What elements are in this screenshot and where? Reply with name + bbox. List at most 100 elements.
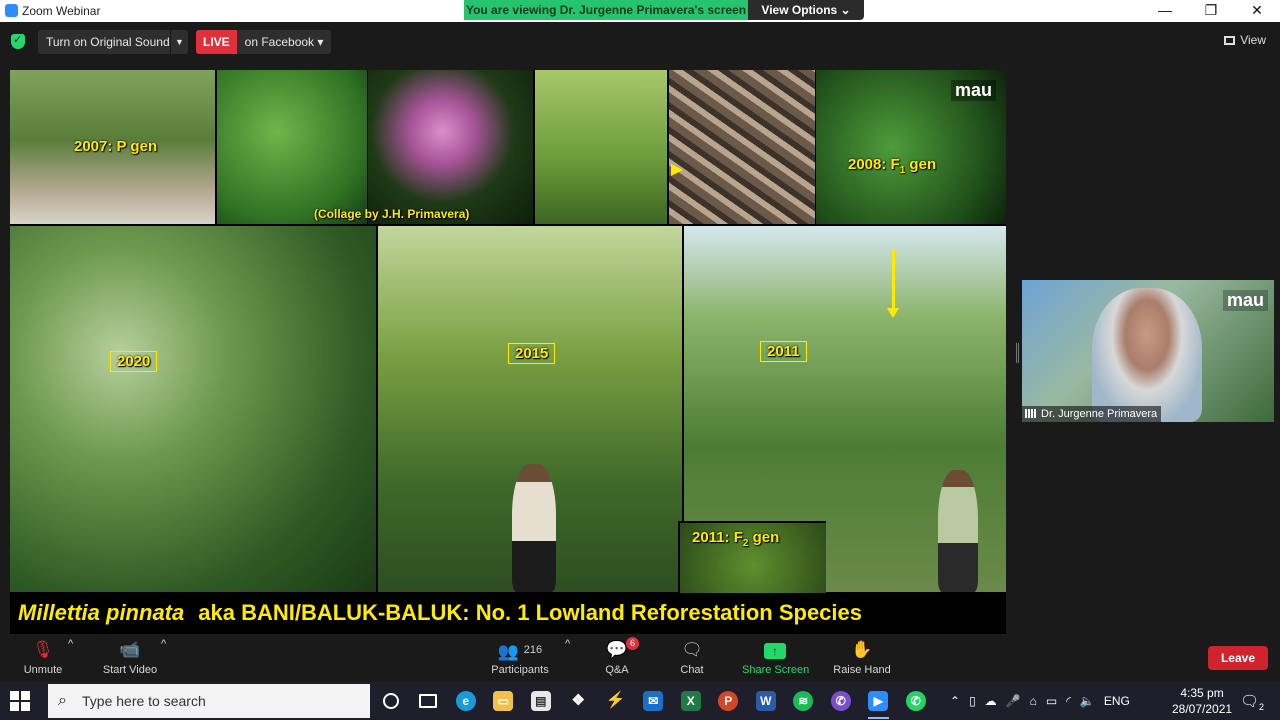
person-figure (938, 470, 978, 592)
wifi-icon[interactable]: ◜ (1066, 694, 1071, 708)
label-2020: 2020 (110, 351, 158, 372)
signal-bars-icon (1025, 409, 1037, 418)
zoom-logo-icon (5, 4, 18, 17)
taskbar-clock[interactable]: 4:35 pm 28/07/2021 (1172, 685, 1232, 717)
label-2008: 2008: F1 gen (848, 156, 937, 176)
participants-icon: 👥 216 (497, 642, 543, 661)
muted-microphone-icon: 🎙 (32, 640, 54, 659)
system-tray: ⌃ ▯ ☁ 🎤 ⌂ ▭ ◜ 🔈 ENG (950, 682, 1130, 720)
restore-button[interactable]: ❐ (1188, 0, 1234, 22)
caption-rest: aka BANI/BALUK-BALUK: No. 1 Lowland Refo… (198, 600, 862, 625)
live-stream-status[interactable]: LIVE on Facebook ▾ (196, 30, 332, 54)
view-button[interactable]: View (1224, 33, 1266, 47)
clock-date: 28/07/2021 (1172, 702, 1233, 716)
tray-phone-icon[interactable]: ▯ (969, 694, 976, 708)
photo-seedlings: mau 2008: F1 gen (816, 70, 1006, 224)
word-icon[interactable]: W (747, 686, 785, 716)
whatsapp-icon[interactable]: ✆ (897, 686, 935, 716)
viber-icon[interactable]: ✆ (822, 686, 860, 716)
chat-icon: 🗨 (681, 640, 703, 659)
power-automate-icon[interactable]: ⚡ (597, 686, 635, 716)
meeting-controls: 🎙 Unmute ^ 📹 Start Video ^ 👥 216 Partici… (0, 636, 1280, 682)
view-options-button[interactable]: View Options ⌄ (748, 0, 864, 20)
start-video-label: Start Video (102, 664, 158, 676)
dropbox-icon[interactable]: ❖ (560, 686, 598, 716)
share-screen-icon: ↑ (764, 643, 786, 659)
qa-button[interactable]: 💬 6 Q&A (602, 637, 640, 676)
language-indicator[interactable]: ENG (1104, 694, 1130, 708)
notifications-icon[interactable]: 🗨2 (1240, 692, 1264, 712)
speaker-video (1092, 288, 1202, 422)
window-controls: — ❐ ✕ (1142, 0, 1280, 22)
start-video-button[interactable]: 📹 Start Video (101, 638, 159, 676)
video-watermark-mau: mau (1222, 290, 1268, 311)
viewing-message: You are viewing Dr. Jurgenne Primavera's… (464, 0, 748, 20)
search-placeholder: Type here to search (82, 693, 206, 709)
unmute-button[interactable]: 🎙 Unmute (22, 638, 64, 676)
original-sound-button[interactable]: Turn on Original Sound ▼ (38, 30, 188, 54)
collage-credit: (Collage by J.H. Primavera) (314, 207, 470, 221)
task-view-icon[interactable] (410, 686, 448, 716)
tray-expand-icon[interactable]: ⌃ (950, 694, 960, 708)
qa-label: Q&A (605, 664, 629, 676)
shared-slide: 2007: P gen mau 2008: F1 gen (Collage by… (10, 70, 1006, 634)
file-explorer-icon[interactable]: ▭ (485, 686, 523, 716)
participants-button[interactable]: 👥 216 Participants (488, 638, 552, 676)
photo-seeds (669, 70, 815, 224)
close-button[interactable]: ✕ (1234, 0, 1280, 22)
taskbar-pinned-apps: e ▭ ▤ ❖ ⚡ ✉ X P W ≋ ✆ ▶ ✆ (372, 686, 935, 719)
leave-button[interactable]: Leave (1207, 646, 1268, 670)
windows-start-icon[interactable] (10, 691, 30, 711)
clock-time: 4:35 pm (1180, 686, 1224, 700)
qa-badge: 6 (626, 637, 640, 650)
onedrive-icon[interactable]: ☁ (985, 694, 997, 708)
usb-icon[interactable]: ⌂ (1030, 694, 1037, 708)
share-screen-button[interactable]: ↑ Share Screen (742, 638, 809, 676)
label-2011-f2: 2011: F2 gen (692, 529, 780, 549)
viewing-banner: You are viewing Dr. Jurgenne Primavera's… (464, 0, 864, 20)
video-options-caret[interactable]: ^ (161, 638, 166, 650)
battery-icon[interactable]: ▭ (1046, 694, 1057, 708)
photo-tree-2020: 2020 (10, 226, 376, 592)
chevron-down-icon[interactable]: ▼ (170, 30, 188, 54)
panel-resize-handle[interactable] (1016, 343, 1019, 363)
chat-label: Chat (680, 664, 704, 676)
chat-button[interactable]: 🗨 Chat (676, 638, 708, 676)
powerpoint-icon[interactable]: P (710, 686, 748, 716)
edge-icon[interactable]: e (447, 686, 485, 716)
original-sound-label: Turn on Original Sound (46, 35, 170, 49)
label-2011: 2011 (760, 341, 807, 362)
cortana-icon[interactable] (372, 686, 410, 716)
speaker-name: Dr. Jurgenne Primavera (1041, 408, 1158, 420)
slide-caption: Millettia pinnata aka BANI/BALUK-BALUK: N… (10, 593, 1006, 634)
live-target-label: on Facebook (244, 35, 315, 49)
photo-seedling-2011: 2011: F2 gen (678, 521, 826, 593)
zoom-app-icon[interactable]: ▶ (860, 686, 898, 719)
meeting-top-toolbar: Turn on Original Sound ▼ LIVE on Faceboo… (0, 22, 1280, 60)
search-icon: ⌕ (58, 692, 67, 709)
label-2015: 2015 (508, 343, 556, 364)
taskbar-search-input[interactable]: ⌕ Type here to search (48, 684, 370, 718)
label-2007: 2007: P gen (74, 138, 158, 155)
live-target-dropdown[interactable]: on Facebook ▾ (236, 30, 332, 54)
shared-screen-area: 2007: P gen mau 2008: F1 gen (Collage by… (0, 60, 1016, 636)
microphone-icon[interactable]: 🎤 (1006, 694, 1021, 708)
window-title: Zoom Webinar (22, 4, 101, 18)
spotify-icon[interactable]: ≋ (785, 686, 823, 716)
volume-icon[interactable]: 🔈 (1080, 694, 1095, 708)
participants-label: Participants (491, 664, 549, 676)
speaker-video-tile[interactable]: mau Dr. Jurgenne Primavera (1022, 280, 1274, 422)
windows-taskbar: ⌕ Type here to search e ▭ ▤ ❖ ⚡ ✉ X P W … (0, 682, 1280, 720)
minimize-button[interactable]: — (1142, 0, 1188, 22)
participants-options-caret[interactable]: ^ (565, 638, 570, 650)
mail-icon[interactable]: ✉ (635, 686, 673, 716)
store-icon[interactable]: ▤ (522, 686, 560, 716)
security-shield-icon[interactable] (11, 33, 25, 49)
raise-hand-label: Raise Hand (833, 664, 891, 676)
raise-hand-button[interactable]: ✋ Raise Hand (833, 638, 891, 676)
hand-icon: ✋ (851, 640, 873, 659)
video-off-icon: 📹 (119, 640, 141, 659)
speaker-name-tag: Dr. Jurgenne Primavera (1022, 406, 1162, 422)
excel-icon[interactable]: X (672, 686, 710, 716)
audio-options-caret[interactable]: ^ (68, 638, 73, 650)
